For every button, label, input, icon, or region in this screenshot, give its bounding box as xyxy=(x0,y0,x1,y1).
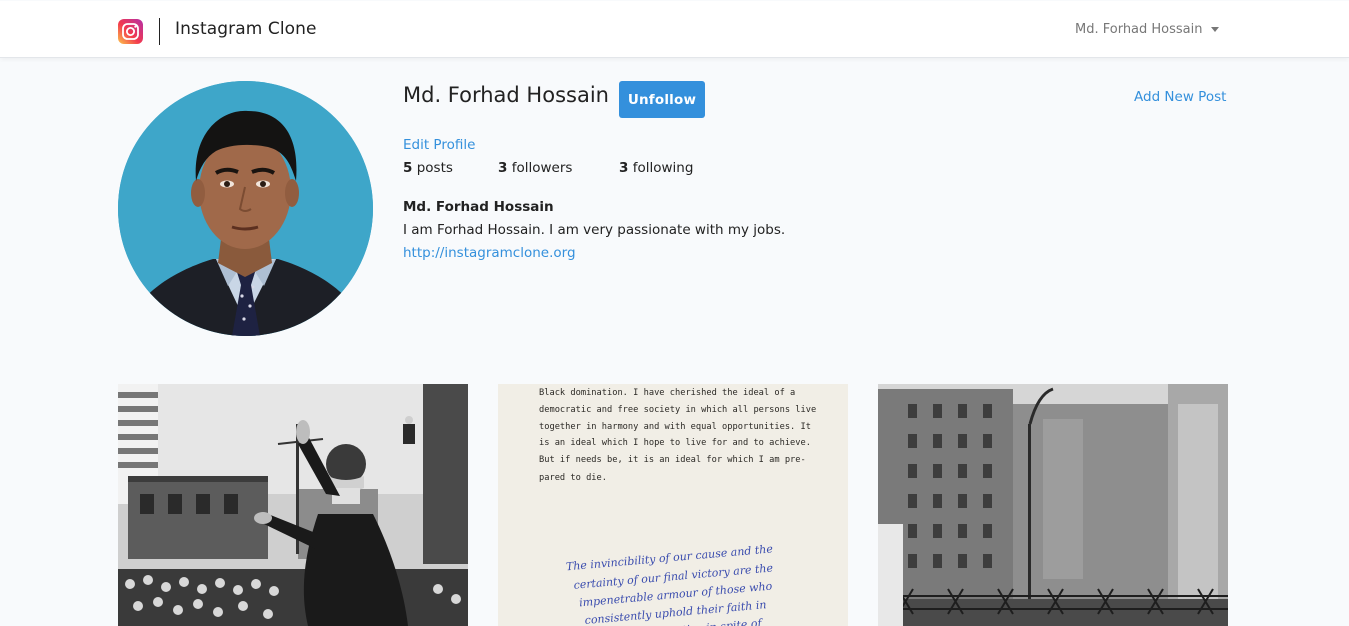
bio-description: I am Forhad Hossain. I am very passionat… xyxy=(403,222,786,238)
caret-down-icon xyxy=(1210,27,1219,32)
edit-profile-link[interactable]: Edit Profile xyxy=(403,137,475,153)
posts-label: posts xyxy=(416,160,453,176)
following-stat: 3 following xyxy=(619,160,693,176)
post-thumbnail[interactable] xyxy=(118,384,468,626)
typed-line: Black domination. I have cherished the i… xyxy=(539,388,795,398)
bio-website-link[interactable]: http://instagramclone.org xyxy=(403,245,576,261)
typed-line: pared to die. xyxy=(539,473,607,483)
typed-line: But if needs be, it is an ideal for whic… xyxy=(539,455,806,465)
following-label: following xyxy=(632,160,694,176)
typed-line: together in harmony and with equal oppor… xyxy=(539,422,811,432)
post-thumbnail[interactable] xyxy=(878,384,1228,626)
profile-username: Md. Forhad Hossain xyxy=(403,83,609,107)
following-count: 3 xyxy=(619,160,629,176)
user-dropdown-toggle[interactable]: Md. Forhad Hossain xyxy=(1075,22,1219,37)
bio-name: Md. Forhad Hossain xyxy=(403,199,554,215)
unfollow-button[interactable]: Unfollow xyxy=(619,81,705,118)
instagram-logo-icon[interactable] xyxy=(118,19,143,44)
brand-title[interactable]: Instagram Clone xyxy=(175,19,317,39)
posts-stat: 5 posts xyxy=(403,160,453,176)
user-menu-label: Md. Forhad Hossain xyxy=(1075,22,1203,37)
profile-avatar xyxy=(118,81,373,336)
post-thumbnail[interactable]: Black domination. I have cherished the i… xyxy=(498,384,848,626)
top-navbar: Instagram Clone Md. Forhad Hossain xyxy=(0,1,1349,58)
typed-line: is an ideal which I hope to live for and… xyxy=(539,438,811,448)
add-new-post-link[interactable]: Add New Post xyxy=(1134,89,1226,105)
followers-label: followers xyxy=(511,160,573,176)
typed-line: democratic and free society in which all… xyxy=(539,405,816,415)
posts-count: 5 xyxy=(403,160,413,176)
followers-stat: 3 followers xyxy=(498,160,572,176)
followers-count: 3 xyxy=(498,160,508,176)
brand-divider xyxy=(159,18,160,45)
